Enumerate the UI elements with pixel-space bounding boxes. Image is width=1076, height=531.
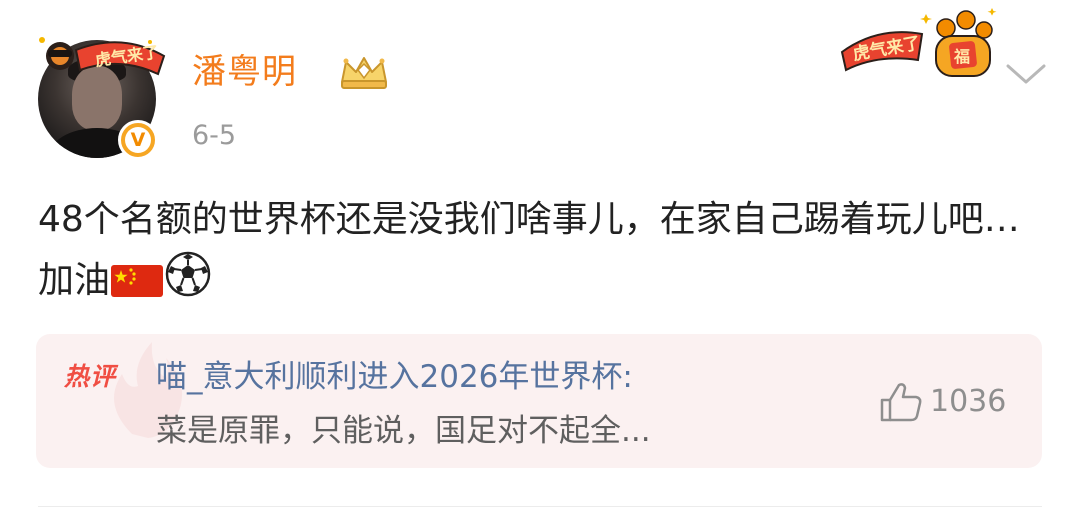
verified-badge: V	[118, 120, 158, 160]
china-flag-icon	[110, 257, 164, 317]
divider	[38, 506, 1042, 507]
author-avatar-wrap[interactable]: 虎气来了 V	[28, 22, 168, 162]
post-content: 48个名额的世界杯还是没我们啥事儿，在家自己踢着玩儿吧…加油	[38, 190, 1048, 317]
post-timestamp: 6-5	[192, 120, 237, 151]
comment-text: 菜是原罪，只能说，国足对不起全...	[156, 413, 651, 449]
comment-header: 喵_意大利顺利进入2026年世界杯:	[156, 354, 633, 400]
comment-author[interactable]: 喵_意大利顺利进入2026年世界杯	[156, 359, 622, 395]
username[interactable]: 潘粤明	[192, 50, 297, 94]
verified-mark: V	[125, 127, 151, 153]
avatar-frame-tiger-decoration: 虎气来了	[39, 37, 166, 76]
thumbs-up-icon[interactable]	[878, 380, 924, 424]
hot-comment-card[interactable]: 热评 喵_意大利顺利进入2026年世界杯: 菜是原罪，只能说，国足对不起全...…	[36, 334, 1042, 468]
chevron-down-icon[interactable]	[1002, 58, 1050, 88]
sticker-fu: 福	[953, 47, 970, 66]
hot-comment-label: 热评	[64, 362, 117, 391]
like-count: 1036	[930, 384, 1007, 419]
comment-colon: :	[622, 359, 633, 395]
like-button[interactable]: 1036	[878, 380, 1006, 424]
crown-icon[interactable]	[336, 52, 392, 92]
tiger-paw-sticker: 虎气来了 福	[840, 8, 997, 77]
soccer-ball-icon	[164, 250, 212, 317]
